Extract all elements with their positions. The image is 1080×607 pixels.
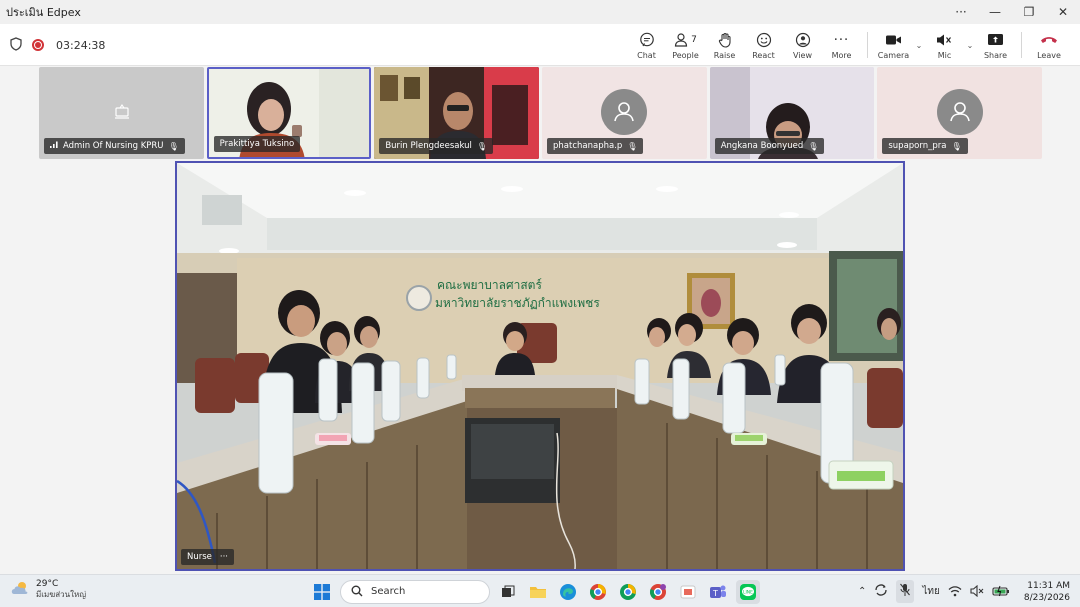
raise-hand-button[interactable]: Raise <box>705 24 744 66</box>
hand-icon <box>717 30 733 50</box>
smiley-icon <box>756 30 772 50</box>
people-icon: 7 <box>674 30 697 50</box>
mic-muted-icon: 🎙︎ <box>951 141 962 151</box>
photo-app-icon[interactable] <box>676 580 700 604</box>
participant-tile[interactable]: Angkana Boonyued 🎙︎ <box>709 67 875 159</box>
more-icon: ··· <box>833 32 850 48</box>
participant-strip: Admin Of Nursing KPRU 🎙︎ Prakittiya Tuks… <box>39 67 1043 159</box>
leave-button[interactable]: Leave <box>1028 24 1070 66</box>
participant-name-tag: Burin Plengdeesakul 🎙︎ <box>379 138 494 154</box>
title-bar: ประเมิน Edpex ··· — ❐ ✕ <box>0 0 1080 24</box>
person-icon <box>614 102 635 122</box>
mic-muted-icon: 🎙︎ <box>168 141 179 151</box>
stage-name-tag[interactable]: Nurse ··· <box>181 549 235 565</box>
mic-muted-tray-icon[interactable] <box>896 580 915 603</box>
camera-icon <box>885 30 902 50</box>
more-button[interactable]: ··· More <box>822 24 861 66</box>
task-view-icon[interactable] <box>496 580 520 604</box>
weather-widget[interactable]: 29°C มีเมฆส่วนใหญ่ <box>10 579 86 600</box>
meeting-room-video: คณะพยาบาลศาสตร์ มหาวิทยาลัยราชภัฏกำแพงเพ… <box>177 163 903 569</box>
wifi-icon[interactable] <box>948 582 962 601</box>
camera-options-chevron-icon[interactable]: ⌄ <box>913 41 925 50</box>
banner-line-2: มหาวิทยาลัยราชภัฏกำแพงเพชร <box>435 296 600 310</box>
participant-tile[interactable]: phatchanapha.p 🎙︎ <box>542 67 707 159</box>
chrome-profile-icon[interactable] <box>616 580 640 604</box>
system-clock[interactable]: 11:31 AM 8/23/2026 <box>1024 580 1070 604</box>
system-tray: ⌃ ไทย 11:31 AM 8/23/2026 <box>858 577 1070 606</box>
battery-charging-icon[interactable] <box>992 582 1010 601</box>
mic-muted-icon: 🎙︎ <box>808 141 819 151</box>
mic-muted-icon: 🎙︎ <box>476 141 488 151</box>
clock-time: 11:31 AM <box>1027 580 1070 591</box>
volume-muted-icon[interactable] <box>970 582 984 601</box>
meeting-toolbar: 03:24:38 Chat 7 People Raise React View … <box>0 24 1080 66</box>
camera-button[interactable]: Camera <box>874 24 913 66</box>
participant-tile[interactable]: Burin Plengdeesakul 🎙︎ <box>374 67 540 159</box>
restore-button[interactable]: ❐ <box>1012 0 1046 24</box>
share-button[interactable]: Share <box>976 24 1015 66</box>
close-button[interactable]: ✕ <box>1046 0 1080 24</box>
recording-icon <box>32 39 44 51</box>
mic-muted-icon: 🎙︎ <box>627 141 638 151</box>
chrome-browser-icon[interactable] <box>586 580 610 604</box>
people-button[interactable]: 7 People <box>666 24 705 66</box>
participant-name-tag: Angkana Boonyued 🎙︎ <box>714 138 825 154</box>
people-count: 7 <box>691 35 697 45</box>
shield-icon[interactable] <box>10 36 22 55</box>
mic-options-chevron-icon[interactable]: ⌄ <box>964 41 976 50</box>
weather-condition: มีเมฆส่วนใหญ่ <box>36 590 87 599</box>
participant-tile[interactable]: Admin Of Nursing KPRU 🎙︎ <box>39 67 204 159</box>
share-screen-icon <box>987 30 1004 50</box>
react-button[interactable]: React <box>744 24 783 66</box>
meeting-timer: 03:24:38 <box>56 38 106 52</box>
avatar <box>936 89 983 135</box>
window-controls: ··· — ❐ ✕ <box>944 0 1080 24</box>
participant-name-tag: phatchanapha.p 🎙︎ <box>547 138 644 154</box>
person-icon <box>949 102 970 122</box>
toolbar-divider <box>867 32 868 58</box>
line-app-icon[interactable]: LINE <box>736 579 760 604</box>
taskbar: 29°C มีเมฆส่วนใหญ่ Search T LINE ⌃ ไทย 1… <box>0 574 1080 607</box>
toolbar-divider <box>1021 32 1022 58</box>
chrome-alt-profile-icon[interactable] <box>646 580 670 604</box>
window-title: ประเมิน Edpex <box>6 6 81 19</box>
signal-icon <box>50 141 58 151</box>
cloud-icon <box>10 580 30 600</box>
participant-tile[interactable]: supaporn_pra 🎙︎ <box>877 67 1043 159</box>
more-options-icon[interactable]: ··· <box>220 552 228 562</box>
chat-icon <box>639 30 655 50</box>
minimize-button[interactable]: — <box>978 0 1012 24</box>
view-icon <box>795 30 811 50</box>
svg-text:T: T <box>712 589 718 598</box>
clock-date: 8/23/2026 <box>1023 592 1070 603</box>
presenter-icon <box>113 103 131 125</box>
view-button[interactable]: View <box>783 24 822 66</box>
mic-button[interactable]: Mic <box>925 24 964 66</box>
participant-name-tag: Prakittiya Tuksino <box>213 136 301 152</box>
hang-up-icon <box>1040 30 1058 50</box>
participant-name-tag: supaporn_pra 🎙︎ <box>882 138 968 154</box>
svg-text:LINE: LINE <box>743 589 753 595</box>
more-options-icon[interactable]: ··· <box>944 0 978 24</box>
windows-start-icon[interactable] <box>310 580 334 604</box>
chevron-up-icon[interactable]: ⌃ <box>858 586 866 597</box>
teams-icon[interactable]: T <box>706 580 730 604</box>
weather-temperature: 29°C <box>36 579 59 589</box>
sync-icon[interactable] <box>874 582 888 601</box>
search-icon <box>351 582 363 601</box>
taskbar-search[interactable]: Search <box>340 579 490 604</box>
chat-button[interactable]: Chat <box>627 24 666 66</box>
file-explorer-icon[interactable] <box>526 580 550 604</box>
speaker-muted-icon <box>936 30 953 50</box>
participant-tile[interactable]: Prakittiya Tuksino <box>206 67 372 159</box>
taskbar-apps: Search T LINE <box>310 578 760 605</box>
avatar <box>601 89 648 135</box>
edge-browser-icon[interactable] <box>556 580 580 604</box>
banner-line-1: คณะพยาบาลศาสตร์ <box>437 278 542 292</box>
main-video-stage[interactable]: คณะพยาบาลศาสตร์ มหาวิทยาลัยราชภัฏกำแพงเพ… <box>175 161 905 571</box>
participant-name-tag: Admin Of Nursing KPRU 🎙︎ <box>44 138 185 154</box>
input-language[interactable]: ไทย <box>922 584 939 599</box>
